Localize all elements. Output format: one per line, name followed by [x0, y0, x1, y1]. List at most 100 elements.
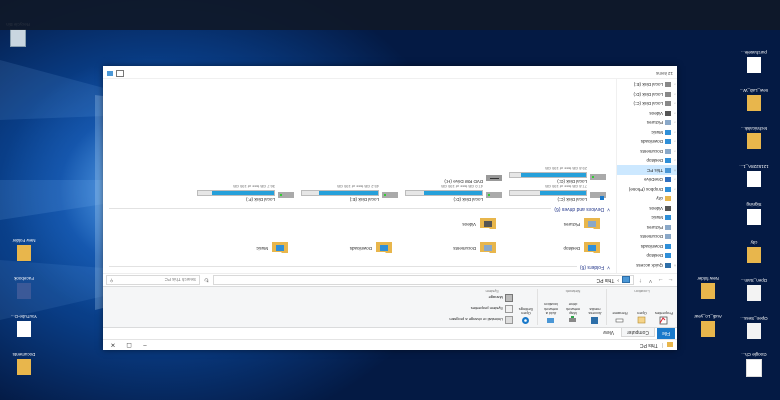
folder-item[interactable]: Documents	[396, 237, 496, 261]
documents-icon	[665, 234, 671, 240]
chevron-right-icon[interactable]: ›	[673, 177, 677, 182]
chevron-right-icon[interactable]: ›	[673, 149, 677, 154]
chevron-right-icon[interactable]: ›	[673, 101, 677, 106]
maximize-button[interactable]: ☐	[123, 342, 135, 349]
desktop-icons-left: Google Ch... Open_Sess... Open_Sam... ci…	[732, 38, 776, 380]
chevron-down-icon[interactable]: ˅	[673, 263, 677, 268]
nav-item[interactable]: › Local Disk (D:)	[617, 90, 677, 100]
uninstall-program-button[interactable]: Uninstall or change a program	[449, 316, 513, 324]
nav-item[interactable]: Documents	[617, 232, 677, 242]
chevron-right-icon[interactable]: ›	[673, 111, 677, 116]
nav-item[interactable]: Videos	[617, 204, 677, 214]
nav-item[interactable]: › Downloads	[617, 137, 677, 147]
drive-item[interactable]: Local Disk (E:) 45.2 GB free of 195 GB	[298, 184, 398, 202]
nav-item[interactable]: Desktop	[617, 251, 677, 261]
chevron-right-icon[interactable]: ›	[673, 92, 677, 97]
nav-item-label: Local Disk (E:)	[633, 82, 663, 88]
drive-item[interactable]: DVD RW Drive (H:)	[402, 166, 502, 184]
refresh-button[interactable]: ↻	[203, 277, 210, 284]
desktop-icon-item[interactable]: Facebook	[2, 264, 46, 302]
desktop-icon-item[interactable]: Open_Sam...	[732, 266, 776, 304]
desktop-icon-item[interactable]: Signing	[732, 190, 776, 228]
nav-item[interactable]: › OneDrive	[617, 175, 677, 185]
chevron-right-icon[interactable]: ›	[673, 120, 677, 125]
nav-item[interactable]: Downloads	[617, 242, 677, 252]
properties-button[interactable]: Properties	[655, 311, 673, 325]
chevron-right-icon[interactable]: ›	[673, 187, 677, 192]
drive-free-space: 47.0 GB free of 195 GB	[441, 184, 483, 189]
nav-item[interactable]: › Music	[617, 128, 677, 138]
drive-item[interactable]: Local Disk (F:) 36.7 GB free of 195 GB	[194, 184, 294, 202]
desktop-icon-item[interactable]: YouTube-D...	[2, 302, 46, 340]
tab-view[interactable]: View	[598, 328, 619, 336]
nav-item-label: Videos	[649, 205, 663, 211]
open-settings-button[interactable]: Open Settings	[517, 306, 535, 325]
nav-item[interactable]: › Videos	[617, 109, 677, 119]
add-network-location-button[interactable]: Add a network location	[542, 302, 560, 325]
map-network-drive-button[interactable]: Map network drive	[564, 302, 582, 325]
open-button[interactable]: Open	[633, 311, 651, 325]
folder-item[interactable]: Downloads	[292, 237, 392, 261]
desktop-icon-item[interactable]: Google Ch...	[732, 342, 776, 380]
breadcrumb-this-pc[interactable]: This PC	[597, 277, 615, 283]
up-button[interactable]: ↑	[637, 277, 644, 283]
desktop-icon-item[interactable]: Audi_Lo_year	[686, 302, 730, 340]
drive-free-space: 45.2 GB free of 195 GB	[337, 184, 379, 189]
system-properties-button[interactable]: System properties	[449, 305, 513, 313]
rename-button[interactable]: Rename	[611, 311, 629, 325]
desktop-icon-item[interactable]: Open_Sess...	[732, 304, 776, 342]
folder-item[interactable]: Desktop	[500, 237, 600, 261]
desktop-icon-item[interactable]: city	[732, 228, 776, 266]
back-button[interactable]: ←	[667, 277, 674, 283]
desktop-icon-item[interactable]: New folder	[686, 264, 730, 302]
nav-item[interactable]: ˅ This PC	[617, 165, 677, 175]
nav-item[interactable]: › Desktop	[617, 156, 677, 166]
nav-item[interactable]: ˅ Quick access	[617, 261, 677, 271]
folder-item[interactable]: Pictures	[500, 213, 600, 237]
desktop-icon-item[interactable]: 1215228A_1...	[732, 152, 776, 190]
nav-item-label: Downloads	[640, 139, 663, 145]
drives-grid: Local Disk (C:) 77.8 GB free of 195 GB Loc…	[109, 166, 610, 205]
nav-item-label: Documents	[640, 234, 663, 240]
search-input[interactable]: Search This PC ⚲	[106, 275, 200, 285]
chevron-right-icon[interactable]: ›	[673, 139, 677, 144]
manage-button[interactable]: Manage	[449, 294, 513, 302]
chevron-right-icon[interactable]: ›	[673, 82, 677, 87]
drives-section-header[interactable]: ˅ Devices and drives (6)	[109, 205, 610, 213]
folder-item[interactable]: Music	[188, 237, 288, 261]
desktop-icon-item[interactable]: purchasele...	[732, 38, 776, 76]
desktop-icon-item[interactable]: Documents	[2, 340, 46, 378]
nav-item[interactable]: Music	[617, 213, 677, 223]
nav-item[interactable]: ›Local Disk (F:)	[617, 79, 677, 80]
chevron-right-icon[interactable]: ›	[673, 130, 677, 135]
close-button[interactable]: ✕	[107, 342, 119, 349]
window-title: This PC	[639, 342, 658, 348]
nav-item[interactable]: city	[617, 194, 677, 204]
desktop-icon-item[interactable]: technicalsk...	[732, 114, 776, 152]
drive-item[interactable]: Local Disk (G:) 29.8 GB free of 195 GB	[506, 166, 606, 184]
nav-item[interactable]: › Dropbox (Phone)	[617, 185, 677, 195]
desktop-icon-item[interactable]: new_Lab_W...	[732, 76, 776, 114]
nav-item[interactable]: › Pictures	[617, 118, 677, 128]
minimize-button[interactable]: –	[139, 342, 151, 348]
forward-button[interactable]: →	[657, 277, 664, 283]
nav-item[interactable]: Pictures	[617, 223, 677, 233]
chevron-right-icon[interactable]: ›	[673, 158, 677, 163]
drive-item[interactable]: Local Disk (C:) 77.8 GB free of 195 GB	[506, 184, 606, 202]
chevron-down-icon[interactable]: ˅	[673, 168, 677, 173]
folder-item[interactable]: Videos	[396, 213, 496, 237]
tab-file[interactable]: File	[656, 328, 675, 339]
tab-computer[interactable]: Computer	[620, 328, 655, 337]
drive-usage-bar	[509, 190, 587, 196]
nav-item[interactable]: › Local Disk (E:)	[617, 80, 677, 90]
nav-item[interactable]: › Documents	[617, 147, 677, 157]
recent-locations-button[interactable]: ˅	[647, 277, 654, 283]
drive-item[interactable]: Local Disk (D:) 47.0 GB free of 195 GB	[402, 184, 502, 202]
address-input[interactable]: › This PC	[213, 275, 634, 285]
access-media-button[interactable]: Access media	[586, 306, 604, 325]
details-view-icon[interactable]	[116, 70, 124, 78]
nav-item[interactable]: › Local Disk (C:)	[617, 99, 677, 109]
desktop-icon-item[interactable]: New Folder	[2, 226, 46, 264]
large-icons-view-icon[interactable]	[107, 71, 113, 77]
folders-section-header[interactable]: ˅ Folders (6)	[109, 263, 610, 271]
